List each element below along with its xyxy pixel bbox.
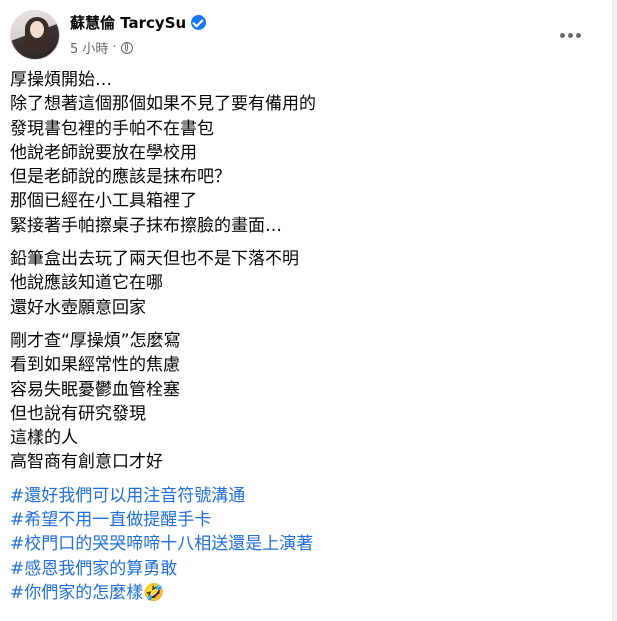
text-line: 看到如果經常性的焦慮 [10, 355, 180, 376]
hashtag-link[interactable]: #感恩我們家的算勇敢 [10, 557, 600, 581]
more-horizontal-icon [575, 32, 581, 38]
text-line: 厚操煩開始… [10, 70, 112, 90]
text-line: 高智商有創意口才好 [10, 452, 163, 473]
text-line: 緊接著手帕擦桌子抹布擦臉的畫面… [10, 215, 282, 236]
hashtag-link[interactable]: #校門口的哭哭啼啼十八相送還是上演著 [10, 532, 600, 556]
paragraph: 厚操煩開始… 除了想著這個那個如果不見了要有備用的 發現書包裡的手帕不在書包 他… [10, 68, 600, 238]
text-line: 剛才查“厚操煩”怎麼寫 [10, 330, 181, 351]
text-line: 發現書包裡的手帕不在書包 [10, 118, 214, 139]
more-horizontal-icon [567, 32, 573, 38]
text-line: 這樣的人 [10, 428, 78, 449]
author-name[interactable]: 蘇慧倫 TarcySu [70, 12, 186, 33]
more-horizontal-icon [559, 32, 565, 38]
text-line: 但是老師說的應該是抹布吧？ [10, 167, 231, 188]
avatar-face [30, 21, 44, 38]
verified-badge-icon [191, 15, 207, 30]
text-line: 他說應該知道它在哪 [10, 273, 163, 294]
hashtag-link[interactable]: #你們家的怎麼樣🤣 [10, 581, 600, 605]
hashtag-list: #還好我們可以用注音符號溝通 #希望不用一直做提醒手卡 #校門口的哭哭啼啼十八相… [10, 484, 600, 605]
text-line: 他說老師說要放在學校用 [10, 142, 197, 163]
post-time[interactable]: 5 小時 [70, 38, 108, 57]
post-card: 蘇慧倫 TarcySu 5 小時 · 厚操煩開始… 除了想著這個那個如果不見了要… [0, 0, 613, 621]
post-header: 蘇慧倫 TarcySu 5 小時 · [10, 9, 606, 61]
text-line: 容易失眠憂鬱血管栓塞 [10, 379, 180, 400]
hashtag-link[interactable]: #還好我們可以用注音符號溝通 [10, 484, 600, 508]
text-line: 鉛筆盒出去玩了兩天但也不是下落不明 [10, 249, 299, 270]
author-row: 蘇慧倫 TarcySu [70, 12, 207, 33]
paragraph: 剛才查“厚操煩”怎麼寫 看到如果經常性的焦慮 容易失眠憂鬱血管栓塞 但也說有研究… [10, 329, 600, 475]
text-line: 除了想著這個那個如果不見了要有備用的 [10, 94, 316, 115]
post-body: 厚操煩開始… 除了想著這個那個如果不見了要有備用的 發現書包裡的手帕不在書包 他… [10, 68, 600, 614]
more-options-button[interactable] [552, 17, 588, 53]
hashtag-link[interactable]: #希望不用一直做提醒手卡 [10, 508, 600, 532]
post-meta: 5 小時 · [70, 38, 133, 57]
text-line: 還好水壺願意回家 [10, 297, 146, 318]
meta-separator: · [112, 40, 117, 55]
text-line: 但也說有研究發現 [10, 403, 146, 424]
avatar[interactable] [10, 10, 60, 60]
paragraph: 鉛筆盒出去玩了兩天但也不是下落不明 他說應該知道它在哪 還好水壺願意回家 [10, 247, 600, 320]
text-line: 那個已經在小工具箱裡了 [10, 191, 197, 212]
globe-icon[interactable] [120, 41, 133, 54]
